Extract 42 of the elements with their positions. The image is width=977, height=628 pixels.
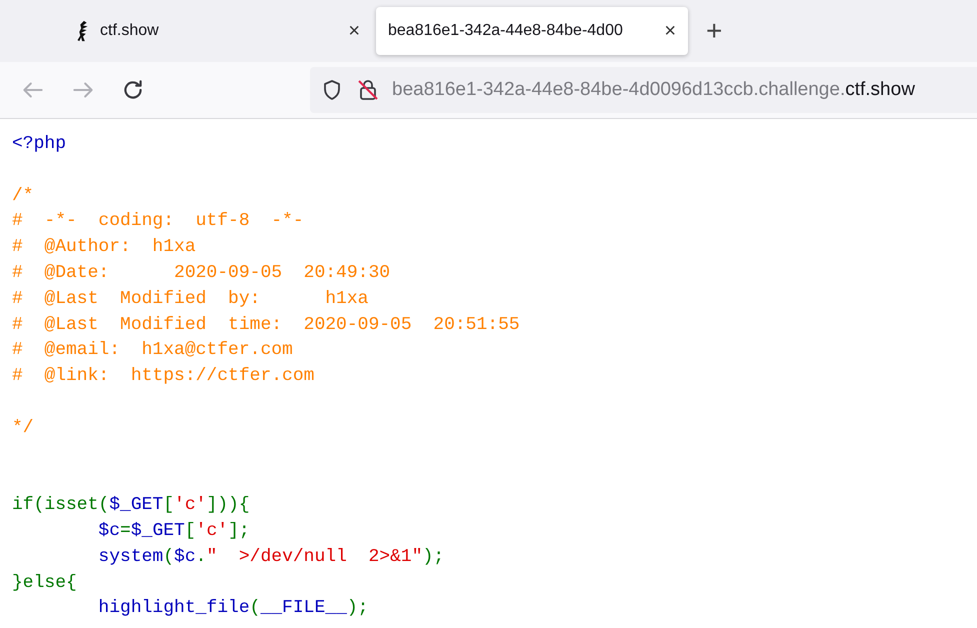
code-comment: /* bbox=[12, 186, 34, 206]
code-comment: */ bbox=[12, 418, 34, 438]
code-keyword: if(isset( bbox=[12, 495, 110, 516]
code-keyword: ]; bbox=[228, 520, 250, 541]
code-token: <?php bbox=[12, 134, 66, 154]
code-comment: # @Date: 2020-09-05 20:49:30 bbox=[12, 262, 390, 283]
code-token: __FILE__ bbox=[260, 598, 347, 618]
close-tab-button[interactable]: × bbox=[660, 21, 680, 41]
code-token: $_GET bbox=[130, 520, 185, 541]
code-string: 'c' bbox=[174, 495, 206, 516]
code-comment: # -*- coding: utf-8 -*- bbox=[12, 211, 304, 232]
code-comment: # @email: h1xa@ctfer.com bbox=[12, 340, 293, 360]
tab-title: bea816e1-342a-44e8-84be-4d00 bbox=[388, 21, 624, 41]
code-keyword: [ bbox=[184, 520, 196, 541]
code-keyword: ( bbox=[250, 598, 260, 618]
code-keyword: ); bbox=[422, 546, 444, 567]
code-comment: # @Last Modified time: 2020-09-05 20:51:55 bbox=[12, 314, 520, 335]
code-string: 'c' bbox=[196, 520, 228, 541]
close-tab-button[interactable]: × bbox=[344, 21, 364, 41]
code-comment: # @Author: h1xa bbox=[12, 237, 196, 258]
code-keyword: ])){ bbox=[206, 495, 250, 516]
tab-title: ctf.show bbox=[100, 21, 160, 41]
code-token: $c bbox=[174, 546, 196, 567]
code-token: highlight_file bbox=[97, 598, 250, 618]
code-keyword: }else{ bbox=[12, 572, 77, 593]
code-comment: # @link: https://ctfer.com bbox=[12, 366, 314, 386]
code-keyword: . bbox=[196, 546, 206, 567]
browser-tab[interactable]: bea816e1-342a-44e8-84be-4d00 × bbox=[376, 7, 688, 55]
address-bar[interactable]: bea816e1-342a-44e8-84be-4d0096d13ccb.challenge.ctf.show bbox=[310, 67, 977, 113]
code-token: $_GET bbox=[109, 495, 164, 516]
browser-tab[interactable]: ctf.show × bbox=[60, 7, 372, 55]
new-tab-button[interactable]: + bbox=[706, 17, 722, 45]
url-text: bea816e1-342a-44e8-84be-4d0096d13ccb.challenge.ctf.show bbox=[392, 78, 915, 102]
crossed-lock-icon bbox=[356, 78, 380, 102]
code-keyword: = bbox=[120, 520, 131, 541]
code-token: system bbox=[97, 546, 164, 567]
code-token: $c bbox=[97, 520, 120, 541]
code-keyword: ); bbox=[346, 598, 368, 618]
code-keyword: ( bbox=[163, 546, 174, 567]
code-keyword: [ bbox=[163, 495, 174, 516]
code-comment: # @Last Modified by: h1xa bbox=[12, 288, 368, 309]
code-string: " >/dev/null 2>&1" bbox=[206, 546, 423, 567]
